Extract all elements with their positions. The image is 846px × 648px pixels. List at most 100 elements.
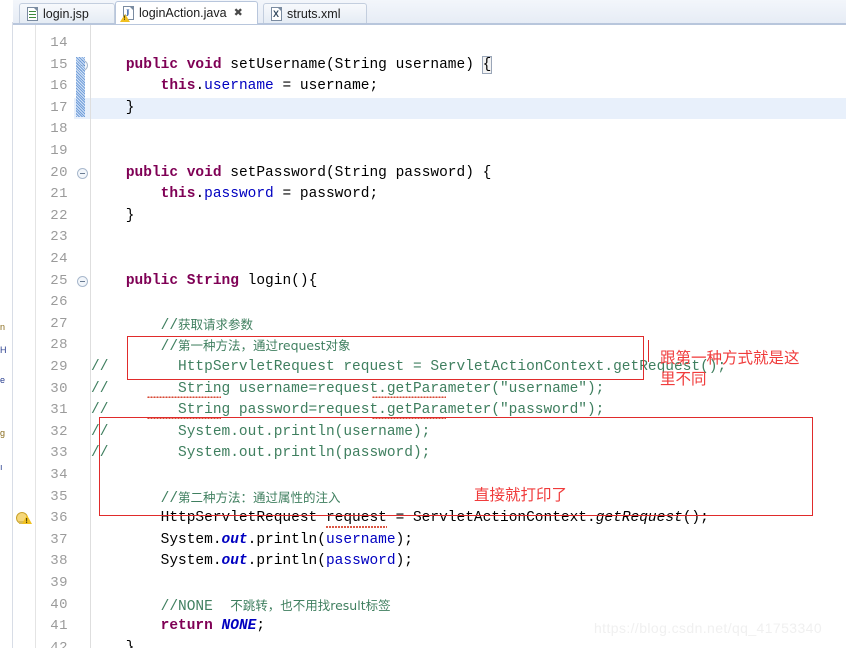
line-number: 32 <box>50 423 68 440</box>
jsp-file-icon <box>26 6 39 22</box>
error-squiggle <box>372 394 446 398</box>
code-token: void <box>186 56 222 73</box>
code-token: ); <box>395 553 413 570</box>
code-line[interactable]: return NONE; <box>91 616 265 638</box>
annotation-connector <box>648 340 650 362</box>
line-number: 21 <box>50 186 68 203</box>
tab-label: struts.xml <box>287 7 341 21</box>
line-number: 36 <box>50 510 68 527</box>
tab-close-icon[interactable]: ✖ <box>234 7 243 19</box>
code-token: = password; <box>273 186 379 203</box>
code-token: username) <box>386 56 483 73</box>
editor-tab-login-jsp[interactable]: login.jsp <box>19 3 115 24</box>
code-line[interactable]: this.username = username; <box>91 76 379 98</box>
code-token: ; <box>256 618 266 635</box>
fold-collapse-icon[interactable] <box>77 167 88 179</box>
code-token: } <box>91 207 135 224</box>
line-number: 23 <box>50 229 68 246</box>
line-number: 20 <box>50 164 68 181</box>
line-number: 42 <box>50 639 68 648</box>
code-token: = username; <box>273 78 379 95</box>
code-token: String <box>334 164 387 181</box>
code-line[interactable]: } <box>91 98 135 120</box>
tab-label: login.jsp <box>43 7 89 21</box>
line-number: 22 <box>50 207 68 224</box>
code-token: } <box>91 639 135 648</box>
code-token: } <box>91 99 135 116</box>
editor-tab-bar: login.jsp JloginAction.java ✖ Xstruts.xml <box>13 0 846 24</box>
editor-tab-struts-xml[interactable]: Xstruts.xml <box>263 3 367 24</box>
code-line[interactable]: } <box>91 638 135 648</box>
line-number: 18 <box>50 121 68 138</box>
line-number: 35 <box>50 488 68 505</box>
code-line[interactable]: System.out.println(password); <box>91 551 413 573</box>
code-token: System. <box>91 531 222 548</box>
code-token: 不跳转，也不用找result标签 <box>230 597 391 613</box>
line-number: 17 <box>50 99 68 116</box>
line-number: 24 <box>50 251 68 267</box>
code-token: . <box>195 78 205 95</box>
line-number: 15 <box>50 56 68 73</box>
code-token: NONE <box>221 618 257 635</box>
code-token: setPassword( <box>221 164 335 181</box>
warning-marker-icon[interactable] <box>16 511 32 527</box>
code-token: . <box>195 186 205 203</box>
code-line[interactable]: public String login(){ <box>91 271 317 293</box>
code-token: .println( <box>247 553 326 570</box>
code-token: public <box>125 272 179 289</box>
line-number: 33 <box>50 445 68 462</box>
code-token: String <box>186 272 239 289</box>
code-line[interactable]: //NONE 不跳转，也不用找result标签 <box>91 595 391 619</box>
annotation-note: 跟第一种方式就是这 里不同 <box>660 349 800 388</box>
code-token: password <box>204 186 274 203</box>
tab-label: loginAction.java <box>139 6 227 20</box>
code-token: String <box>334 56 387 73</box>
code-token: // <box>91 317 179 334</box>
java-file-icon: J <box>120 5 135 22</box>
code-token: login(){ <box>238 272 318 289</box>
editor-tab-loginaction-java[interactable]: JloginAction.java ✖ <box>115 1 258 24</box>
line-number: 38 <box>50 553 68 570</box>
line-number: 26 <box>50 294 68 311</box>
code-token: 获取请求参数 <box>178 316 254 332</box>
current-line-highlight <box>91 97 846 120</box>
code-line[interactable]: this.password = password; <box>91 184 379 206</box>
marker-gutter[interactable] <box>13 25 35 648</box>
line-number: 39 <box>50 575 68 591</box>
fold-collapse-icon[interactable] <box>77 275 88 287</box>
line-number: 19 <box>50 143 68 159</box>
line-number: 27 <box>50 315 68 332</box>
eclipse-editor-window: nHegı login.jspJloginAction.java✖Xstruts… <box>0 0 846 648</box>
code-token: username <box>204 78 274 95</box>
code-token: System. <box>91 553 222 570</box>
code-line[interactable]: System.out.println(username); <box>91 530 413 552</box>
annotation-note: 直接就打印了 <box>474 486 568 504</box>
watermark: https://blog.csdn.net/qq_41753340 <box>594 620 823 636</box>
code-token: password <box>325 553 396 570</box>
code-token: { <box>481 55 493 74</box>
code-line[interactable]: public void setUsername(String username)… <box>91 55 493 77</box>
line-number: 29 <box>50 359 68 375</box>
line-number: 34 <box>50 467 68 483</box>
code-token: void <box>186 164 222 181</box>
folding-gutter[interactable] <box>74 25 90 648</box>
code-line[interactable]: public void setPassword(String password)… <box>91 163 492 185</box>
code-token: //NONE <box>91 598 231 615</box>
xml-file-icon: X <box>270 6 283 22</box>
code-token: return <box>160 618 213 635</box>
line-number: 31 <box>50 402 68 419</box>
code-line[interactable]: } <box>91 206 135 228</box>
line-number: 16 <box>50 78 68 95</box>
line-number: 28 <box>50 337 68 354</box>
line-number: 14 <box>50 35 68 51</box>
code-line[interactable]: //获取请求参数 <box>91 314 253 338</box>
code-token: setUsername( <box>221 56 335 73</box>
code-token: public <box>125 56 179 73</box>
